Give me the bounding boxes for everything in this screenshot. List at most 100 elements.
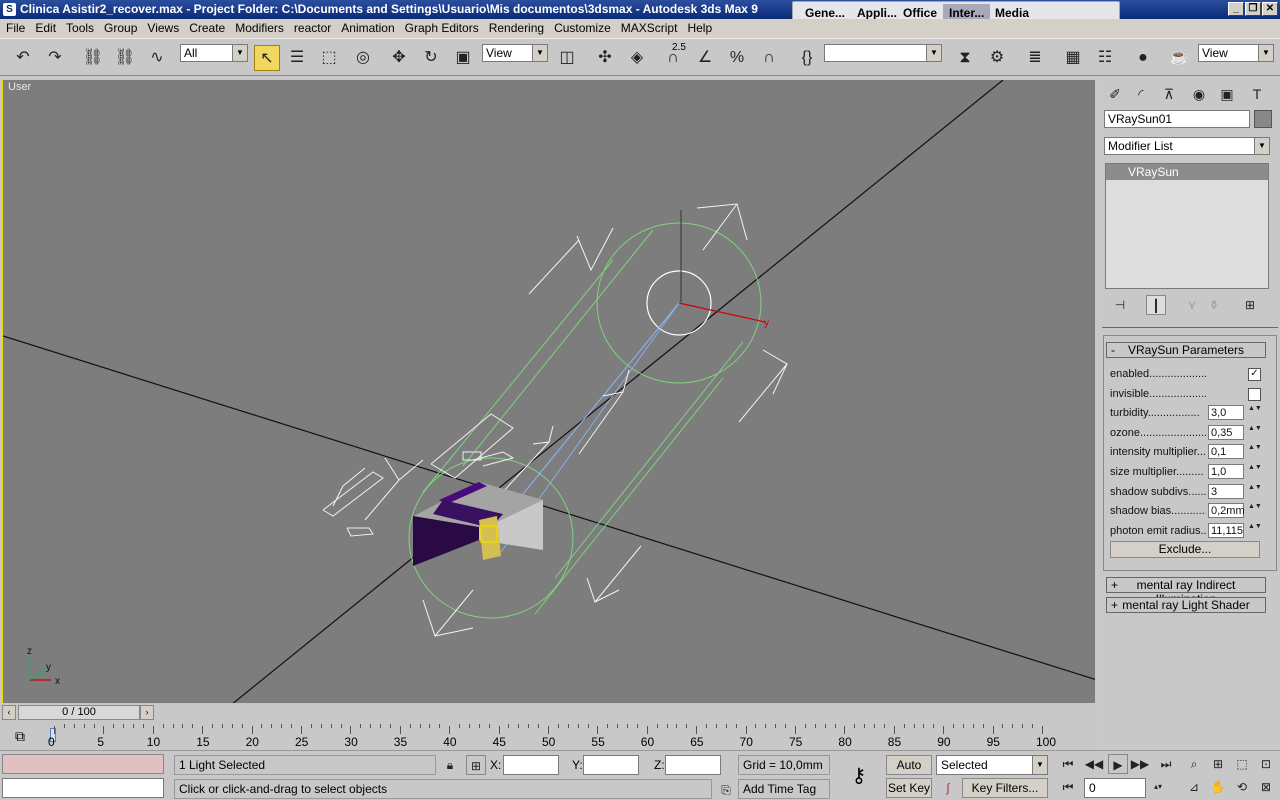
- mirror-icon[interactable]: ⧗: [952, 45, 978, 71]
- zoom-extents-all-icon[interactable]: ⊡: [1256, 754, 1276, 774]
- intensity-multiplier-spinner[interactable]: 0,1: [1208, 444, 1244, 460]
- selection-filter-dropdown[interactable]: All ▼: [180, 44, 248, 62]
- zoom-extents-icon[interactable]: ⬚: [1232, 754, 1252, 774]
- pin-stack-icon[interactable]: ⊣: [1110, 295, 1130, 315]
- absolute-mode-icon[interactable]: ⊞: [466, 755, 486, 775]
- add-time-tag-button[interactable]: Add Time Tag: [738, 779, 830, 799]
- maxscript-listener-mini[interactable]: [2, 754, 164, 774]
- undo-icon[interactable]: ↶: [10, 45, 36, 71]
- edit-named-selection-icon[interactable]: {}: [794, 45, 820, 71]
- configure-sets-icon[interactable]: ⊞: [1240, 295, 1260, 315]
- modify-tab-icon[interactable]: ◜: [1130, 83, 1152, 105]
- size-multiplier-spinner[interactable]: 1,0: [1208, 464, 1244, 479]
- turbidity-spinner[interactable]: 3,0: [1208, 405, 1244, 421]
- select-and-link-icon[interactable]: ⛓: [80, 45, 106, 71]
- angle-snap-icon[interactable]: ∠: [692, 45, 718, 71]
- key-mode-dropdown[interactable]: Selected ▼: [936, 755, 1048, 775]
- select-object-icon[interactable]: ↖: [254, 45, 280, 71]
- ozone-spinner[interactable]: 0,35: [1208, 424, 1244, 440]
- close-button[interactable]: ✕: [1262, 2, 1278, 16]
- spinner-arrows-icon[interactable]: ▲▼: [1248, 464, 1262, 479]
- default-in-out-tangents-icon[interactable]: ∫: [938, 778, 958, 798]
- menu-create[interactable]: Create: [184, 19, 230, 38]
- render-type-dropdown[interactable]: View ▼: [1198, 44, 1274, 62]
- spinner-arrows-icon[interactable]: ▲▼: [1248, 405, 1262, 420]
- redo-icon[interactable]: ↷: [42, 45, 68, 71]
- menu-customize[interactable]: Customize: [549, 19, 616, 38]
- x-coordinate-field[interactable]: [503, 755, 559, 775]
- set-key-button[interactable]: Set Key: [886, 778, 932, 798]
- time-tag-icon[interactable]: ⎘: [716, 780, 736, 800]
- material-editor-icon[interactable]: ●: [1130, 45, 1156, 71]
- layer-manager-icon[interactable]: ≣: [1022, 45, 1048, 71]
- move-icon[interactable]: ✥: [386, 45, 412, 71]
- photon-emit-radius-spinner[interactable]: 11,115: [1208, 522, 1244, 538]
- next-frame-icon[interactable]: ▶▶: [1130, 754, 1150, 774]
- previous-frame-icon[interactable]: ◀◀: [1084, 754, 1104, 774]
- spinner-arrows-icon[interactable]: ▲▼: [1248, 444, 1262, 459]
- make-unique-icon[interactable]: ⋎: [1182, 295, 1202, 315]
- go-to-end-icon[interactable]: ⏭: [1156, 754, 1176, 774]
- menu-rendering[interactable]: Rendering: [484, 19, 549, 38]
- scale-icon[interactable]: ▣: [450, 45, 476, 71]
- maximize-viewport-icon[interactable]: ⊠: [1256, 777, 1276, 797]
- menu-reactor[interactable]: reactor: [289, 19, 336, 38]
- time-slider-next-icon[interactable]: ›: [140, 705, 154, 720]
- curve-editor-icon[interactable]: ▦: [1060, 45, 1086, 71]
- percent-snap-icon[interactable]: %: [724, 45, 750, 71]
- menu-views[interactable]: Views: [142, 19, 184, 38]
- invisible-checkbox[interactable]: [1248, 387, 1261, 401]
- pivot-center-icon[interactable]: ◫: [554, 45, 580, 71]
- exclude-button[interactable]: Exclude...: [1110, 541, 1260, 558]
- lock-selection-icon[interactable]: 🔒︎: [440, 755, 460, 775]
- menu-edit[interactable]: Edit: [30, 19, 61, 38]
- maximize-button[interactable]: ❐: [1245, 2, 1261, 16]
- hierarchy-tab-icon[interactable]: ⊼: [1158, 83, 1180, 105]
- shadow-subdivs-spinner[interactable]: 3: [1208, 483, 1244, 499]
- track-bar[interactable]: ⧉ 0 5 10 15 20 25 30 35 40 45 50 55 60 65 70 75 80 85 90 95…: [0, 722, 1098, 750]
- key-filters-button[interactable]: Key Filters...: [962, 778, 1048, 798]
- spinner-arrows-icon[interactable]: ▲▼: [1248, 523, 1262, 538]
- menu-maxscript[interactable]: MAXScript: [616, 19, 683, 38]
- menu-graph-editors[interactable]: Graph Editors: [400, 19, 484, 38]
- select-by-name-icon[interactable]: ☰: [284, 45, 310, 71]
- menu-animation[interactable]: Animation: [336, 19, 399, 38]
- go-to-start-icon[interactable]: ⏮: [1058, 754, 1078, 774]
- display-tab-icon[interactable]: ▣: [1216, 83, 1238, 105]
- motion-tab-icon[interactable]: ◉: [1188, 83, 1210, 105]
- modifier-list-dropdown[interactable]: Modifier List ▼: [1104, 137, 1270, 155]
- schematic-view-icon[interactable]: ☷: [1092, 45, 1118, 71]
- time-slider-prev-icon[interactable]: ‹: [2, 705, 16, 720]
- menu-tools[interactable]: Tools: [61, 19, 99, 38]
- y-coordinate-field[interactable]: [583, 755, 639, 775]
- frame-spinner-icon[interactable]: ▴▾: [1148, 777, 1168, 797]
- align-icon[interactable]: ⚙: [984, 45, 1010, 71]
- shadow-bias-spinner[interactable]: 0,2mm: [1208, 503, 1245, 519]
- rectangular-selection-icon[interactable]: ⬚: [316, 45, 342, 71]
- current-frame-field[interactable]: 0: [1084, 778, 1146, 798]
- field-of-view-icon[interactable]: ⊿: [1184, 777, 1204, 797]
- object-name-field[interactable]: VRaySun01: [1104, 110, 1250, 128]
- vraysun-parameters-header[interactable]: - VRaySun Parameters: [1106, 342, 1266, 358]
- remove-modifier-icon[interactable]: ⚱: [1204, 295, 1224, 315]
- minimize-button[interactable]: _: [1228, 2, 1244, 16]
- bind-spacewarp-icon[interactable]: ∿: [144, 45, 170, 71]
- perspective-viewport[interactable]: User y z y x: [2, 79, 1096, 704]
- spinner-arrows-icon[interactable]: ▲▼: [1248, 503, 1262, 518]
- key-mode-toggle-icon[interactable]: ⏮: [1058, 777, 1078, 797]
- open-mini-curve-editor-icon[interactable]: ⧉: [10, 726, 30, 746]
- reference-coordinate-dropdown[interactable]: View ▼: [482, 44, 548, 62]
- maxscript-input[interactable]: [2, 778, 164, 798]
- play-icon[interactable]: ▶: [1108, 754, 1128, 774]
- menu-group[interactable]: Group: [99, 19, 142, 38]
- show-end-result-icon[interactable]: ┃: [1146, 295, 1166, 315]
- mental-ray-indirect-illumination-header[interactable]: +mental ray Indirect Illumination: [1106, 577, 1266, 606]
- keyboard-shortcut-override-icon[interactable]: ◈: [624, 45, 650, 71]
- menu-file[interactable]: File: [0, 19, 30, 38]
- spinner-arrows-icon[interactable]: ▲▼: [1248, 484, 1262, 499]
- select-manipulate-icon[interactable]: ✣: [592, 45, 618, 71]
- enabled-checkbox[interactable]: ✓: [1248, 368, 1261, 381]
- utilities-tab-icon[interactable]: T: [1246, 83, 1268, 105]
- spinner-snap-icon[interactable]: ∩: [756, 45, 782, 71]
- mental-ray-light-shader-header[interactable]: + mental ray Light Shader: [1106, 597, 1266, 613]
